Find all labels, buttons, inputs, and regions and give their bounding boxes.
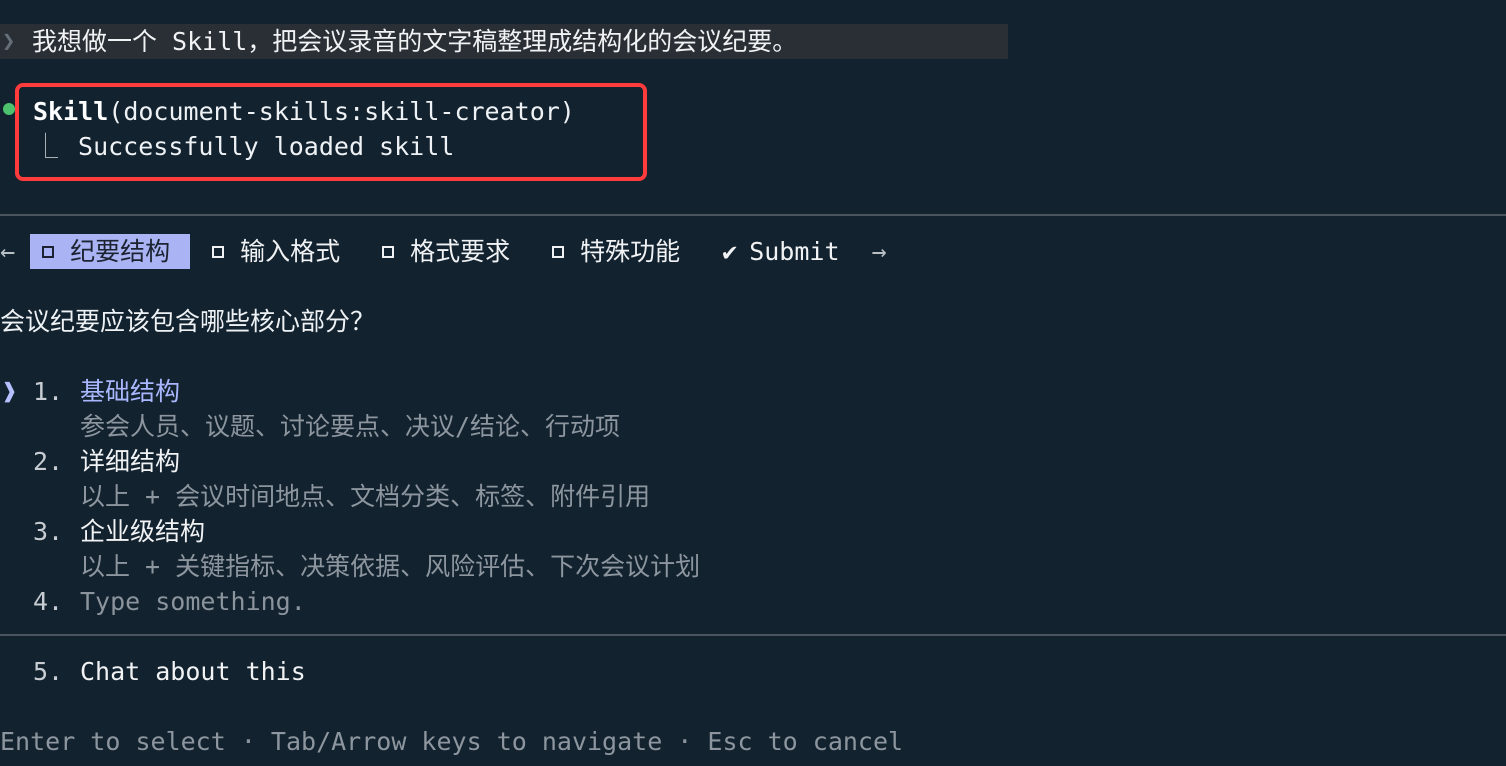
tab-submit[interactable]: ✔ Submit (720, 234, 841, 269)
checkbox-icon (212, 245, 225, 258)
option-number: 4. (33, 587, 64, 616)
tab-label: 特殊功能 (580, 237, 681, 266)
tab-label: 格式要求 (410, 237, 511, 266)
skill-result-text: Successfully loaded skill (78, 132, 455, 161)
skill-name: Skill (33, 97, 109, 126)
skill-result-line: ⎿ Successfully loaded skill (33, 129, 454, 164)
top-divider (0, 214, 1506, 216)
tab-minutes-structure[interactable]: 纪要结构 (30, 234, 191, 269)
option-number: 1. (33, 377, 64, 406)
skill-args: (document-skills:skill-creator) (108, 97, 575, 126)
checkmark-icon: ✔ (722, 237, 738, 266)
keyboard-help-footer: Enter to select · Tab/Arrow keys to navi… (0, 727, 904, 756)
custom-answer-input[interactable]: Type something. (80, 584, 306, 619)
tab-label: 输入格式 (240, 237, 341, 266)
selection-cursor-icon: ❱ (2, 377, 18, 406)
skill-call-line: Skill(document-skills:skill-creator) (33, 94, 575, 129)
question-tab-bar: ← 纪要结构 输入格式 格式要求 特殊功能 ✔ Submit → (0, 234, 887, 269)
terminal-screen: ❯ 我想做一个 Skill，把会议录音的文字稿整理成结构化的会议纪要。 Skil… (0, 0, 1506, 766)
tab-input-format[interactable]: 输入格式 (210, 234, 342, 269)
option-description: 以上 + 关键指标、决策依据、风险评估、下次会议计划 (80, 552, 701, 581)
checkbox-icon (552, 245, 565, 258)
tab-label: 纪要结构 (70, 237, 171, 266)
prompt-caret: ❯ (2, 29, 16, 54)
previous-tab-arrow[interactable]: ← (0, 234, 15, 269)
chat-about-this-option[interactable]: Chat about this (80, 654, 306, 689)
option-description: 以上 + 会议时间地点、文档分类、标签、附件引用 (80, 482, 651, 511)
next-tab-arrow[interactable]: → (872, 234, 887, 269)
option-description: 参会人员、议题、讨论要点、决议/结论、行动项 (80, 412, 621, 441)
option-detailed-structure[interactable]: 详细结构 (80, 444, 180, 479)
user-prompt: 我想做一个 Skill，把会议录音的文字稿整理成结构化的会议纪要。 (32, 27, 798, 56)
success-status-dot (3, 103, 15, 115)
checkbox-icon (382, 245, 395, 258)
option-number: 5. (33, 657, 64, 686)
submit-label: Submit (749, 237, 840, 266)
tree-corner-icon: ⎿ (33, 132, 59, 161)
option-enterprise-structure[interactable]: 企业级结构 (80, 514, 205, 549)
checkbox-icon (42, 245, 55, 258)
option-number: 3. (33, 517, 64, 546)
question-text: 会议纪要应该包含哪些核心部分？ (0, 307, 376, 336)
tab-special-features[interactable]: 特殊功能 (550, 234, 682, 269)
option-basic-structure[interactable]: 基础结构 (80, 374, 180, 409)
tab-format-requirements[interactable]: 格式要求 (380, 234, 512, 269)
option-number: 2. (33, 447, 64, 476)
bottom-divider (0, 634, 1506, 636)
